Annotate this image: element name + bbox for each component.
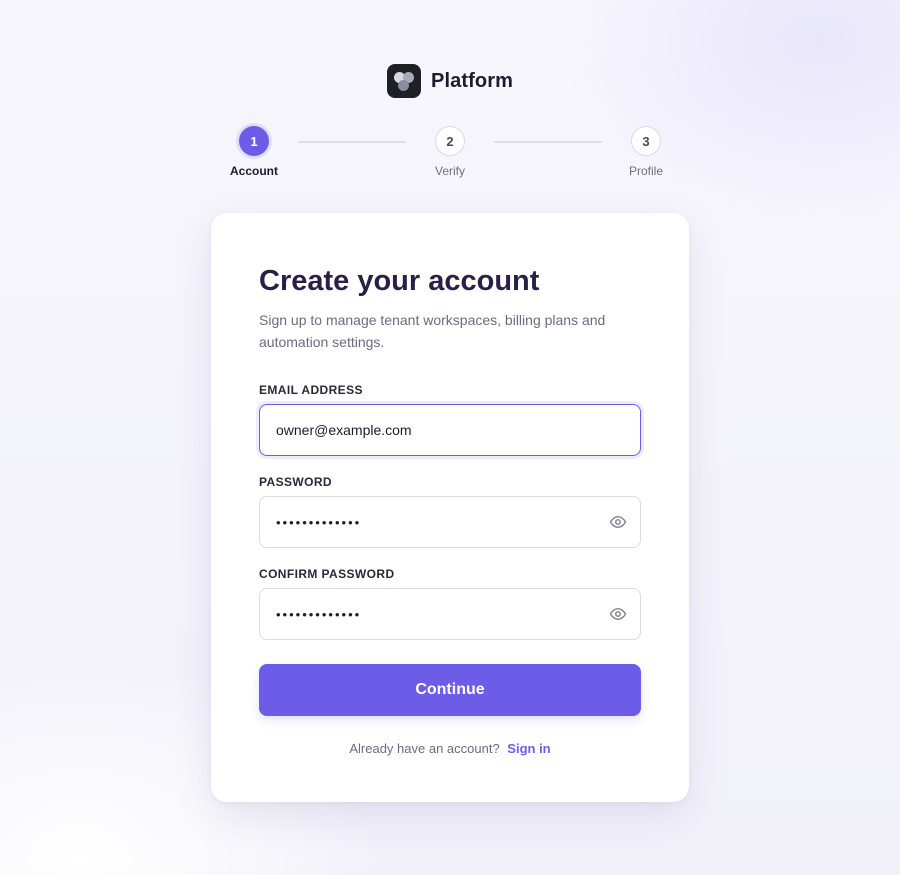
stepper-connector — [298, 141, 406, 143]
step-label: Verify — [434, 164, 465, 178]
signin-prompt: Already have an account? — [349, 741, 500, 756]
email-field[interactable]: owner@example.com — [259, 404, 641, 456]
confirm-password-field-group: CONFIRM PASSWORD ••••••••••••• — [259, 567, 641, 640]
page-subtitle: Sign up to manage tenant workspaces, bil… — [259, 312, 606, 350]
platform-logo-icon — [387, 64, 422, 98]
step-number: 1 — [239, 126, 269, 156]
confirm-password-label: CONFIRM PASSWORD — [259, 567, 395, 581]
stepper-connector — [494, 141, 602, 143]
password-field-group: PASSWORD ••••••••••••• — [259, 475, 641, 548]
confirm-password-field[interactable]: ••••••••••••• — [259, 588, 641, 640]
signin-link[interactable]: Sign in — [507, 741, 550, 756]
email-label: EMAIL ADDRESS — [259, 383, 363, 397]
continue-button[interactable]: Continue — [259, 664, 641, 716]
password-field[interactable]: ••••••••••••• — [259, 496, 641, 548]
step-profile: 3 Profile — [614, 126, 678, 178]
eye-icon[interactable] — [609, 605, 627, 623]
email-field-group: EMAIL ADDRESS owner@example.com — [259, 383, 641, 456]
password-label: PASSWORD — [259, 475, 332, 489]
eye-icon[interactable] — [609, 513, 627, 531]
signup-stepper: 1 Account 2 Verify 3 Profile — [222, 126, 678, 186]
brand-header: Platform — [0, 64, 900, 98]
signin-prompt-row: Already have an account? Sign in — [259, 741, 641, 756]
step-label: Profile — [628, 164, 663, 178]
step-number: 2 — [435, 126, 465, 156]
step-verify: 2 Verify — [418, 126, 482, 178]
step-number: 3 — [631, 126, 661, 156]
signup-card: Create your account Sign up to manage te… — [211, 213, 689, 802]
page-title: Create your account — [259, 265, 540, 297]
step-account: 1 Account — [222, 126, 286, 178]
step-label: Account — [230, 164, 278, 178]
brand-name: Platform — [431, 69, 513, 92]
